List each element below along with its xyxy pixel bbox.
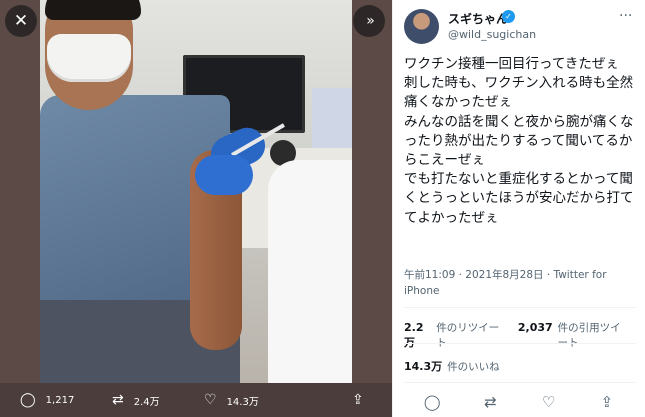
media-viewer: ✕ » ◯ 1,217 ⇄ 2.4万 ♡ 14.3万 ⇪ xyxy=(0,0,392,417)
share-icon: ⇪ xyxy=(352,392,364,408)
retweet-icon: ⇄ xyxy=(112,392,124,408)
verified-badge-icon: ✓ xyxy=(502,10,515,23)
retweet-count: 2.4万 xyxy=(133,396,160,408)
divider xyxy=(404,343,636,344)
glove-shape xyxy=(195,155,253,195)
reply-icon[interactable]: ◯ xyxy=(422,393,442,411)
more-options-icon[interactable]: ··· xyxy=(619,8,632,24)
reply-count: 1,217 xyxy=(45,394,75,406)
media-like-button[interactable]: ♡ 14.3万 xyxy=(204,392,296,408)
face-mask-shape xyxy=(47,34,131,82)
display-name[interactable]: スギちゃん xyxy=(448,10,508,27)
likes-stat[interactable]: 14.3万 件のいいね xyxy=(404,358,500,374)
avatar[interactable] xyxy=(404,9,439,44)
media-action-bar: ◯ 1,217 ⇄ 2.4万 ♡ 14.3万 ⇪ xyxy=(0,383,392,417)
reply-icon: ◯ xyxy=(20,392,36,408)
heart-icon[interactable]: ♡ xyxy=(539,393,559,411)
likes-stat-row: 14.3万 件のいいね xyxy=(404,358,516,374)
heart-icon: ♡ xyxy=(204,392,217,408)
like-count: 14.3万 xyxy=(226,396,259,408)
expand-icon[interactable]: » xyxy=(353,5,385,37)
media-share-button[interactable]: ⇪ xyxy=(352,392,392,408)
tweet-text: ワクチン接種一回目行ってきたぜぇ 刺した時も、ワクチン入れる時も全然痛くなかった… xyxy=(404,56,634,226)
head-shape xyxy=(45,0,141,110)
quote-tweets-stat[interactable]: 2,037 件の引用ツイート xyxy=(518,320,629,350)
doctor-coat-shape xyxy=(268,160,352,383)
tweet-action-bar: ◯ ⇄ ♡ ⇪ xyxy=(393,393,645,411)
share-icon[interactable]: ⇪ xyxy=(597,393,617,411)
tweet-detail: スギちゃん ✓ @wild_sugichan ··· ワクチン接種一回目行ってき… xyxy=(392,0,645,417)
retweets-stat[interactable]: 2.2万 件のリツイート xyxy=(404,320,502,350)
close-icon[interactable]: ✕ xyxy=(5,5,37,37)
media-reply-button[interactable]: ◯ 1,217 xyxy=(20,392,112,408)
media-retweet-button[interactable]: ⇄ 2.4万 xyxy=(112,392,204,408)
media-backdrop-right xyxy=(352,0,392,383)
user-handle[interactable]: @wild_sugichan xyxy=(448,28,536,41)
engagement-stats: 2.2万 件のリツイート 2,037 件の引用ツイート xyxy=(404,320,645,350)
retweet-icon[interactable]: ⇄ xyxy=(480,393,500,411)
media-backdrop-left xyxy=(0,0,40,383)
tweet-photo[interactable] xyxy=(40,0,352,383)
divider xyxy=(404,307,636,308)
tweet-timestamp[interactable]: 午前11:09 · 2021年8月28日 · Twitter for iPhon… xyxy=(404,267,639,299)
divider xyxy=(404,382,636,383)
